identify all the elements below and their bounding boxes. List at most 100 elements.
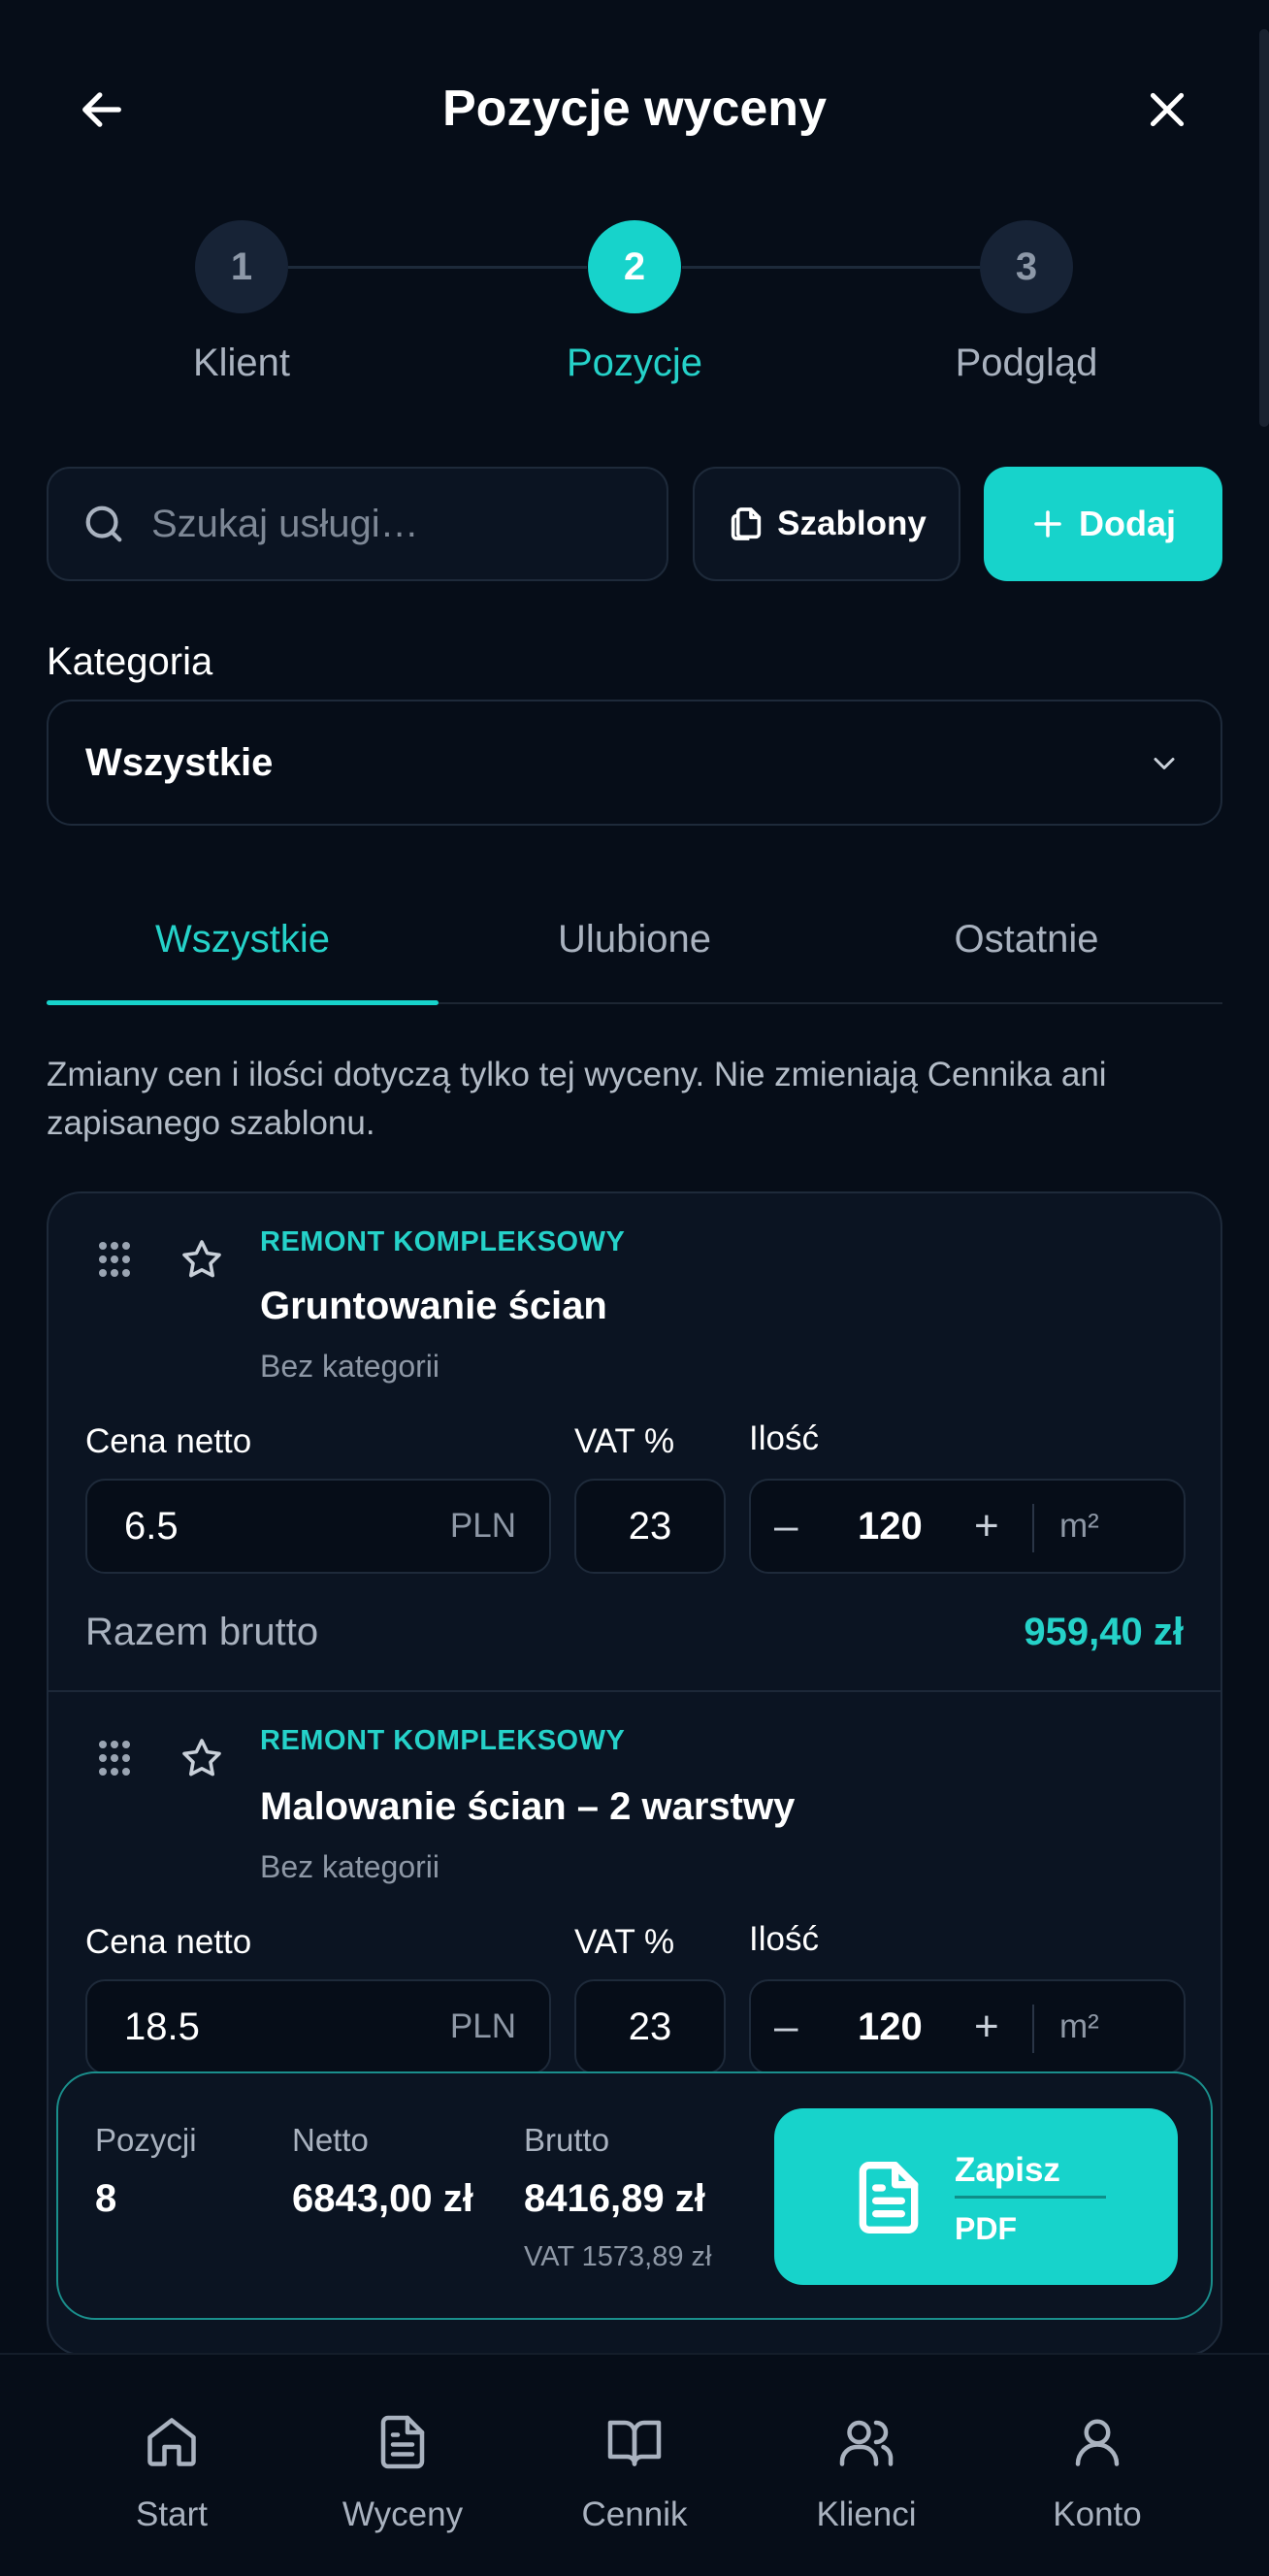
- nav-quotes-label: Wyceny: [342, 2495, 464, 2533]
- book-icon: [607, 2420, 662, 2466]
- filter-tabs: Wszystkie Ulubione Ostatnie: [47, 893, 1222, 1005]
- quantity-stepper[interactable]: – 120 + m²: [749, 1979, 1186, 2074]
- user-icon: [1075, 2419, 1120, 2466]
- nav-account[interactable]: Konto: [981, 2355, 1214, 2576]
- drag-handle-icon[interactable]: [95, 1737, 134, 1779]
- quantity-label: Ilość: [749, 1920, 819, 1958]
- gross-total-label: Brutto: [524, 2122, 610, 2158]
- net-price-field[interactable]: 18.5 PLN: [85, 1979, 551, 2074]
- chevron-down-icon: [1154, 758, 1175, 769]
- decrement-button[interactable]: –: [774, 1481, 797, 1572]
- net-price-label: Cena netto: [85, 1422, 252, 1460]
- tab-all[interactable]: Wszystkie: [47, 893, 439, 1005]
- increment-button[interactable]: +: [974, 1981, 999, 2072]
- copy-icon: [732, 507, 762, 540]
- vat-field[interactable]: 23: [574, 1979, 726, 2074]
- decrement-button[interactable]: –: [774, 1981, 797, 2072]
- positions-label: Pozycji: [95, 2122, 197, 2158]
- search-icon: [85, 505, 122, 542]
- vat-value: 23: [628, 1504, 672, 1548]
- star-icon[interactable]: [179, 1735, 225, 1781]
- close-icon: [1150, 92, 1185, 127]
- item-divider: [49, 1690, 1220, 1692]
- quantity-stepper[interactable]: – 120 + m²: [749, 1479, 1186, 1574]
- nav-pricelist-label: Cennik: [581, 2495, 688, 2533]
- bottom-navigation: Start Wyceny Cennik Klienci Konto: [0, 2353, 1269, 2576]
- users-icon: [839, 2420, 894, 2466]
- divider: [1032, 1504, 1034, 1552]
- add-button[interactable]: Dodaj: [984, 467, 1222, 581]
- nav-start-label: Start: [136, 2495, 208, 2533]
- quantity-value: 120: [858, 1504, 923, 1548]
- item-category: Bez kategorii: [260, 1849, 439, 1884]
- category-selected-value: Wszystkie: [85, 740, 274, 784]
- nav-clients-label: Klienci: [816, 2495, 917, 2533]
- total-gross-value: 959,40 zł: [1024, 1611, 1184, 1653]
- vat-total: VAT 1573,89 zł: [524, 2241, 712, 2272]
- net-price-value: 6.5: [124, 1504, 179, 1548]
- step-2-label: Pozycje: [566, 342, 703, 384]
- vat-value: 23: [628, 2005, 672, 2048]
- add-button-label: Dodaj: [1078, 504, 1176, 543]
- nav-clients[interactable]: Klienci: [750, 2355, 983, 2576]
- quantity-label: Ilość: [749, 1419, 819, 1457]
- document-icon: [859, 2162, 919, 2234]
- increment-button[interactable]: +: [974, 1481, 999, 1572]
- category-select[interactable]: Wszystkie: [47, 700, 1222, 826]
- quantity-unit: m²: [1059, 1507, 1099, 1545]
- tab-recent[interactable]: Ostatnie: [830, 893, 1222, 1002]
- step-1-circle[interactable]: 1: [195, 220, 288, 313]
- vat-field[interactable]: 23: [574, 1479, 726, 1574]
- net-total-label: Netto: [292, 2122, 369, 2158]
- quantity-unit: m²: [1059, 2007, 1099, 2045]
- nav-quotes[interactable]: Wyceny: [286, 2355, 519, 2576]
- net-price-label: Cena netto: [85, 1923, 252, 1961]
- gross-total-value: 8416,89 zł: [524, 2177, 705, 2220]
- save-button-sublabel: PDF: [955, 2211, 1017, 2246]
- total-gross-label: Razem brutto: [85, 1611, 319, 1653]
- templates-button[interactable]: Szablony: [693, 467, 960, 581]
- item-group: REMONT KOMPLEKSOWY: [260, 1725, 626, 1756]
- item-name: Malowanie ścian – 2 warstwy: [260, 1785, 796, 1828]
- star-icon[interactable]: [179, 1236, 225, 1283]
- search-input[interactable]: [151, 502, 617, 546]
- drag-handle-icon[interactable]: [95, 1238, 134, 1281]
- document-icon: [380, 2415, 425, 2469]
- close-button[interactable]: [1123, 66, 1211, 153]
- step-connector: [682, 266, 983, 269]
- category-label: Kategoria: [47, 640, 213, 683]
- home-icon: [147, 2418, 196, 2466]
- divider: [955, 2196, 1106, 2199]
- item-group: REMONT KOMPLEKSOWY: [260, 1226, 626, 1257]
- save-button-label: Zapisz: [955, 2151, 1060, 2189]
- step-3-circle[interactable]: 3: [980, 220, 1073, 313]
- item-name: Gruntowanie ścian: [260, 1285, 607, 1327]
- currency-unit: PLN: [449, 2007, 516, 2045]
- search-box[interactable]: [47, 467, 668, 581]
- save-pdf-button[interactable]: Zapisz PDF: [774, 2108, 1178, 2285]
- tab-favorites[interactable]: Ulubione: [439, 893, 830, 1002]
- currency-unit: PLN: [449, 1507, 516, 1545]
- divider: [1032, 2005, 1034, 2053]
- vat-label: VAT %: [574, 1923, 675, 1961]
- step-connector: [288, 266, 587, 269]
- scrollbar[interactable]: [1259, 29, 1269, 427]
- quote-summary: Pozycji 8 Netto 6843,00 zł Brutto 8416,8…: [56, 2071, 1213, 2320]
- nav-account-label: Konto: [1053, 2495, 1142, 2533]
- item-category: Bez kategorii: [260, 1349, 439, 1384]
- templates-button-label: Szablony: [777, 505, 927, 542]
- quantity-value: 120: [858, 2005, 923, 2048]
- net-total-value: 6843,00 zł: [292, 2177, 473, 2220]
- nav-pricelist[interactable]: Cennik: [518, 2355, 751, 2576]
- nav-start[interactable]: Start: [55, 2355, 288, 2576]
- pricing-notice: Zmiany cen i ilości dotyczą tylko tej wy…: [47, 1056, 1107, 1142]
- plus-icon: [1034, 510, 1061, 538]
- step-2-circle[interactable]: 2: [588, 220, 681, 313]
- step-3-label: Podgląd: [955, 342, 1098, 384]
- step-1-label: Klient: [192, 342, 291, 384]
- net-price-field[interactable]: 6.5 PLN: [85, 1479, 551, 1574]
- vat-label: VAT %: [574, 1422, 675, 1460]
- page-title: Pozycje wyceny: [442, 81, 827, 137]
- net-price-value: 18.5: [124, 2005, 200, 2048]
- positions-value: 8: [95, 2177, 117, 2220]
